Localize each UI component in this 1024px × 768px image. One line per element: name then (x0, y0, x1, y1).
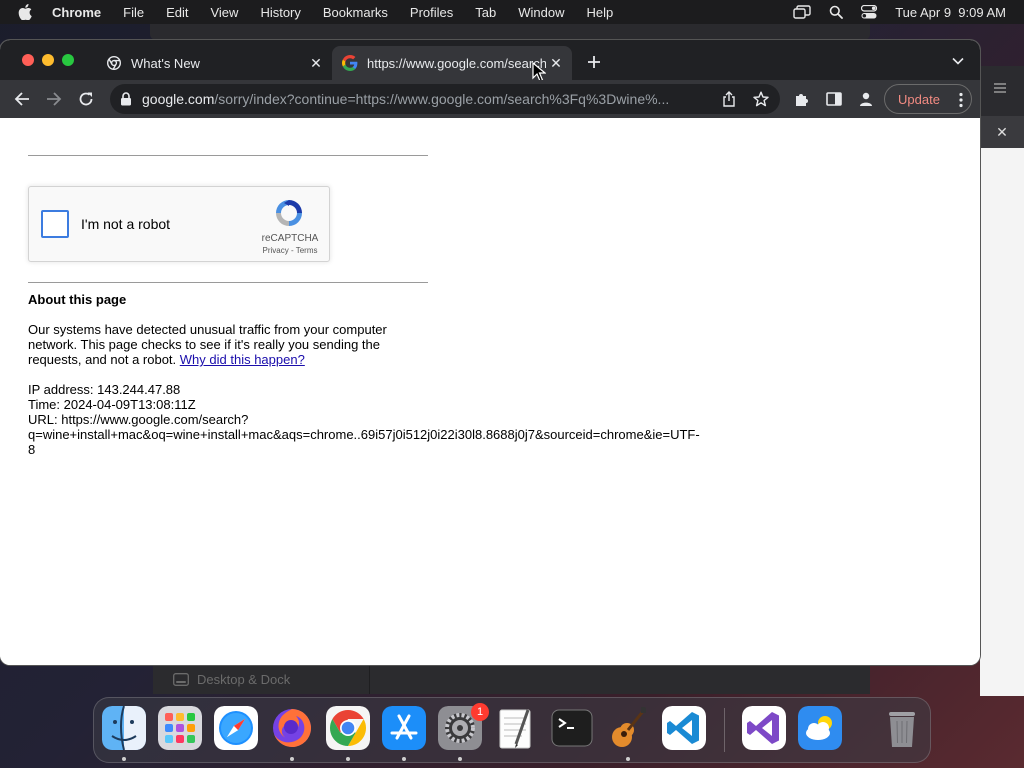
menu-file[interactable]: File (123, 5, 144, 20)
tab-title: https://www.google.com/search (367, 55, 546, 71)
divider (369, 664, 370, 694)
menu-edit[interactable]: Edit (166, 5, 188, 20)
running-indicator (346, 757, 350, 761)
recaptcha-label: I'm not a robot (81, 216, 171, 232)
tab-close-icon[interactable]: ✕ (306, 53, 326, 73)
running-indicator (626, 757, 630, 761)
url-line: 8 (28, 442, 36, 457)
new-tab-plus-icon[interactable] (584, 52, 604, 72)
timestamp: Time: 2024-04-09T13:08:11Z (28, 397, 196, 412)
lock-icon[interactable] (120, 92, 132, 111)
visual-studio-icon[interactable] (742, 706, 786, 750)
menu-clock[interactable]: Tue Apr 9 9:09 AM (895, 5, 1006, 20)
running-indicator (290, 757, 294, 761)
update-label: Update (898, 91, 940, 107)
terminal-icon[interactable] (550, 706, 594, 750)
background-window-titlebar (980, 66, 1024, 116)
chrome-icon[interactable] (326, 706, 370, 750)
finder-icon[interactable] (102, 706, 146, 750)
dock: 1 (93, 697, 931, 763)
zoom-window-button[interactable] (62, 54, 74, 66)
desktop-dock-icon (173, 673, 189, 686)
tab-strip: What's New ✕ https://www.google.com/sear… (0, 40, 980, 82)
garageband-guitar-icon[interactable] (606, 706, 650, 750)
tab-whats-new[interactable]: What's New ✕ (96, 46, 332, 80)
url-line: URL: https://www.google.com/search? (28, 412, 249, 427)
profile-avatar-icon[interactable] (856, 89, 876, 109)
recaptcha-checkbox[interactable] (41, 210, 69, 238)
running-indicator (122, 757, 126, 761)
bookmark-star-icon[interactable] (753, 91, 769, 112)
chrome-window: What's New ✕ https://www.google.com/sear… (0, 40, 980, 665)
background-window (150, 24, 870, 40)
menu-view[interactable]: View (210, 5, 238, 20)
background-window-label: Desktop & Dock (197, 672, 291, 687)
vscode-icon[interactable] (662, 706, 706, 750)
menu-tab[interactable]: Tab (475, 5, 496, 20)
background-window-right: ✕ (980, 66, 1024, 696)
tab-title: What's New (131, 55, 200, 71)
launchpad-icon[interactable] (158, 706, 202, 750)
background-close-icon[interactable]: ✕ (980, 116, 1024, 148)
recaptcha-brand: reCAPTCHA (261, 233, 319, 244)
tab-search-chevron-down-icon[interactable] (948, 54, 968, 68)
address-path: /sorry/index?continue=https://www.google… (214, 91, 670, 107)
update-button[interactable]: Update (884, 84, 972, 114)
app-store-icon[interactable] (382, 706, 426, 750)
address-url: google.com/sorry/index?continue=https://… (142, 91, 712, 107)
weather-icon[interactable] (798, 706, 842, 750)
trash-icon[interactable] (880, 706, 924, 750)
menu-profiles[interactable]: Profiles (410, 5, 453, 20)
spotlight-search-icon[interactable] (829, 5, 844, 19)
recaptcha-privacy-terms-link[interactable]: Privacy - Terms (254, 246, 326, 255)
screen-mirroring-icon[interactable] (793, 5, 811, 19)
minimize-window-button[interactable] (42, 54, 54, 66)
background-window-bottom: Desktop & Dock (153, 664, 870, 694)
share-icon[interactable] (722, 91, 736, 112)
menu-app-name[interactable]: Chrome (52, 5, 101, 20)
textedit-icon[interactable] (494, 706, 538, 750)
dock-separator (724, 708, 725, 752)
url-line: q=wine+install+mac&oq=wine+install+mac&a… (28, 427, 700, 442)
browser-toolbar: google.com/sorry/index?continue=https://… (0, 80, 980, 118)
divider (28, 282, 428, 283)
background-window-label-group: Desktop & Dock (173, 672, 290, 687)
back-arrow-icon[interactable] (12, 89, 32, 109)
address-host: google.com (142, 91, 215, 107)
notification-badge: 1 (471, 703, 489, 721)
about-paragraph: Our systems have detected unusual traffi… (28, 322, 408, 367)
page-content: I'm not a robot reCAPTCHA Privacy - Term… (0, 118, 980, 665)
close-window-button[interactable] (22, 54, 34, 66)
extensions-puzzle-icon[interactable] (792, 89, 812, 109)
side-panel-icon[interactable] (824, 89, 844, 109)
recaptcha-logo-icon (273, 197, 305, 229)
tab-close-icon[interactable]: ✕ (546, 53, 566, 73)
apple-menu-icon[interactable] (18, 3, 36, 21)
control-center-icon[interactable] (861, 5, 878, 19)
about-heading: About this page (28, 292, 127, 307)
recaptcha-widget: I'm not a robot reCAPTCHA Privacy - Term… (28, 186, 330, 262)
reload-icon[interactable] (76, 89, 96, 109)
safari-icon[interactable] (214, 706, 258, 750)
menu-history[interactable]: History (260, 5, 300, 20)
running-indicator (458, 757, 462, 761)
menu-help[interactable]: Help (587, 5, 614, 20)
menu-bar: Chrome File Edit View History Bookmarks … (0, 0, 1024, 24)
more-menu-icon[interactable] (959, 92, 963, 111)
running-indicator (402, 757, 406, 761)
chrome-favicon-icon (106, 55, 122, 71)
ip-address: IP address: 143.244.47.88 (28, 382, 181, 397)
forward-arrow-icon[interactable] (44, 89, 64, 109)
google-favicon-icon (342, 55, 358, 71)
menu-bookmarks[interactable]: Bookmarks (323, 5, 388, 20)
menu-window[interactable]: Window (518, 5, 564, 20)
why-did-this-happen-link[interactable]: Why did this happen? (180, 352, 305, 367)
divider (28, 155, 428, 156)
mouse-cursor-icon (532, 62, 546, 82)
firefox-icon[interactable] (270, 706, 314, 750)
address-bar[interactable]: google.com/sorry/index?continue=https://… (110, 84, 780, 114)
